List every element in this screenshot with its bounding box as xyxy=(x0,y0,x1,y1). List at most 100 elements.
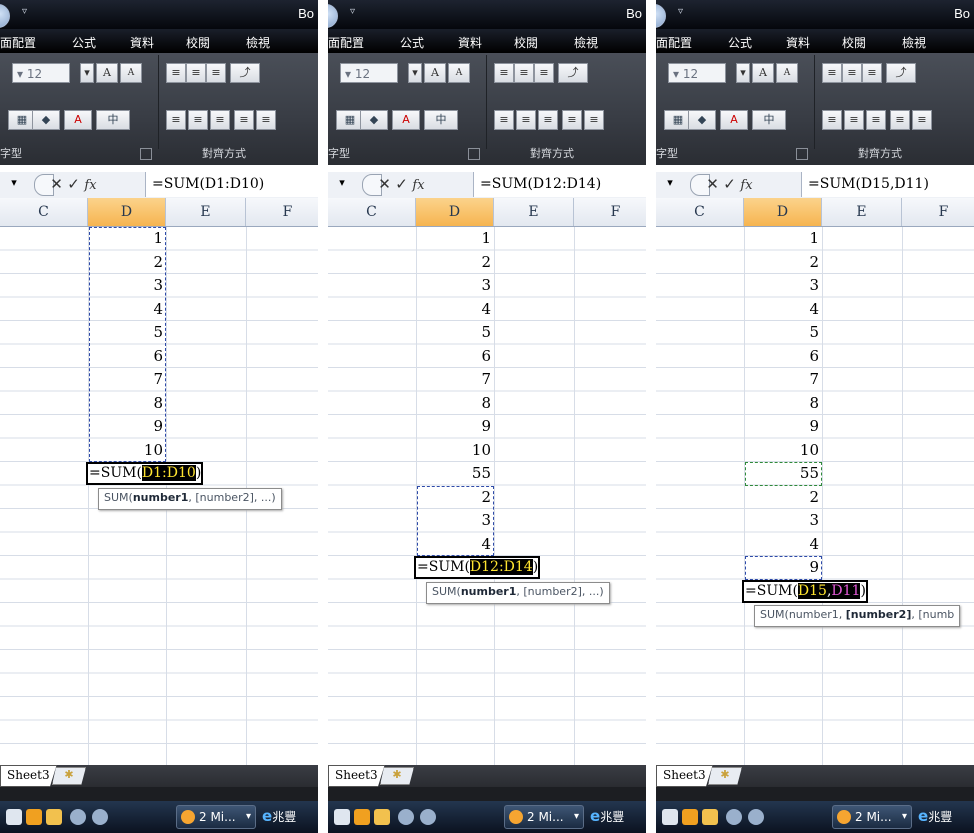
cell-d14[interactable]: 4 xyxy=(744,533,819,555)
align-right-icon[interactable]: ≡ xyxy=(210,110,230,130)
grow-font-button[interactable]: A xyxy=(96,63,118,83)
app-icon-2[interactable] xyxy=(420,809,436,825)
taskbar-ie-button[interactable]: e兆豐 xyxy=(918,807,952,825)
insert-function-icon[interactable]: fx xyxy=(82,178,99,193)
app-icon-1[interactable] xyxy=(70,809,86,825)
ribbon-tab[interactable]: 公式 xyxy=(72,34,96,51)
enter-icon[interactable]: ✓ xyxy=(393,175,410,193)
column-header-c[interactable]: C xyxy=(0,198,88,226)
cancel-icon[interactable]: ✕ xyxy=(704,175,721,193)
enter-icon[interactable]: ✓ xyxy=(65,175,82,193)
enter-icon[interactable]: ✓ xyxy=(721,175,738,193)
app-icon-2[interactable] xyxy=(92,809,108,825)
increase-indent-icon[interactable]: ≡ xyxy=(584,110,604,130)
align-left-icon[interactable]: ≡ xyxy=(822,110,842,130)
align-left-icon[interactable]: ≡ xyxy=(166,110,186,130)
orientation-icon[interactable]: ⤴ xyxy=(886,63,916,83)
formula-input[interactable]: =SUM(D15,D11) xyxy=(801,172,974,197)
quick-access-dropdown-icon[interactable]: ▿ xyxy=(350,6,355,17)
show-desktop-icon[interactable] xyxy=(334,809,350,825)
increase-indent-icon[interactable]: ≡ xyxy=(256,110,276,130)
align-middle-icon[interactable]: ≡ xyxy=(514,63,534,83)
font-color-icon[interactable]: A xyxy=(64,110,92,130)
taskbar-window-button[interactable]: 2 Mi... ▾ xyxy=(504,805,584,829)
cell-d13[interactable]: 3 xyxy=(744,509,819,531)
folder-icon[interactable] xyxy=(374,809,390,825)
cell-d8[interactable]: 8 xyxy=(744,392,819,414)
column-header-d[interactable]: D xyxy=(88,198,166,226)
increase-indent-icon[interactable]: ≡ xyxy=(912,110,932,130)
align-left-icon[interactable]: ≡ xyxy=(494,110,514,130)
taskbar-ie-button[interactable]: e兆豐 xyxy=(590,807,624,825)
ribbon-tab[interactable]: 面配置 xyxy=(328,34,364,51)
align-middle-icon[interactable]: ≡ xyxy=(186,63,206,83)
media-player-icon[interactable] xyxy=(682,809,698,825)
cell-d5[interactable]: 5 xyxy=(416,321,491,343)
column-header-f[interactable]: F xyxy=(246,198,318,226)
font-size-dropdown-icon[interactable]: ▾ xyxy=(408,63,422,83)
taskbar-window-button[interactable]: 2 Mi... ▾ xyxy=(832,805,912,829)
column-header-e[interactable]: E xyxy=(822,198,902,226)
orientation-icon[interactable]: ⤴ xyxy=(558,63,588,83)
cell-d3[interactable]: 3 xyxy=(744,274,819,296)
align-right-icon[interactable]: ≡ xyxy=(866,110,886,130)
cell-d2[interactable]: 2 xyxy=(744,251,819,273)
insert-function-icon[interactable]: fx xyxy=(738,178,755,193)
ribbon-tab[interactable]: 校閱 xyxy=(842,34,866,51)
active-cell-editor[interactable]: =SUM(D12:D14) xyxy=(414,556,541,579)
ribbon-tab[interactable]: 資料 xyxy=(130,34,154,51)
ribbon-tab[interactable]: 公式 xyxy=(728,34,752,51)
quick-access-dropdown-icon[interactable]: ▿ xyxy=(678,6,683,17)
function-tooltip[interactable]: SUM(number1, [number2], [numb xyxy=(754,605,961,627)
align-right-icon[interactable]: ≡ xyxy=(538,110,558,130)
cell-d4[interactable]: 4 xyxy=(416,298,491,320)
column-header-e[interactable]: E xyxy=(494,198,574,226)
ribbon-tab[interactable]: 校閱 xyxy=(186,34,210,51)
grow-font-button[interactable]: A xyxy=(424,63,446,83)
cell-d11[interactable]: 55 xyxy=(416,462,491,484)
sheet-tab-sheet3[interactable]: Sheet3 xyxy=(0,765,57,787)
shrink-font-button[interactable]: A xyxy=(776,63,798,83)
formula-input[interactable]: =SUM(D12:D14) xyxy=(473,172,646,197)
folder-icon[interactable] xyxy=(46,809,62,825)
sheet-tab-sheet3[interactable]: Sheet3 xyxy=(656,765,713,787)
fill-color-icon[interactable]: ◆ xyxy=(360,110,388,130)
orientation-icon[interactable]: ⤴ xyxy=(230,63,260,83)
shrink-font-button[interactable]: A xyxy=(448,63,470,83)
font-size-dropdown-icon[interactable]: ▾ xyxy=(736,63,750,83)
cancel-icon[interactable]: ✕ xyxy=(48,175,65,193)
font-color-icon[interactable]: A xyxy=(720,110,748,130)
phonetic-icon[interactable]: 中 xyxy=(96,110,130,130)
column-header-d[interactable]: D xyxy=(744,198,822,226)
ribbon-tab[interactable]: 公式 xyxy=(400,34,424,51)
show-desktop-icon[interactable] xyxy=(6,809,22,825)
ribbon-tab[interactable]: 面配置 xyxy=(656,34,692,51)
fill-color-icon[interactable]: ◆ xyxy=(688,110,716,130)
cell-d7[interactable]: 7 xyxy=(416,368,491,390)
font-size-select[interactable]: ▾ 12 xyxy=(12,63,70,83)
cell-d9[interactable]: 9 xyxy=(744,415,819,437)
column-header-c[interactable]: C xyxy=(656,198,744,226)
name-box-dropdown-icon[interactable]: ▾ xyxy=(656,176,684,189)
font-size-select[interactable]: ▾ 12 xyxy=(340,63,398,83)
office-button[interactable] xyxy=(328,4,338,28)
office-button[interactable] xyxy=(656,4,666,28)
align-bottom-icon[interactable]: ≡ xyxy=(206,63,226,83)
ribbon-tab[interactable]: 面配置 xyxy=(0,34,36,51)
ribbon-tab[interactable]: 校閱 xyxy=(514,34,538,51)
align-bottom-icon[interactable]: ≡ xyxy=(862,63,882,83)
column-header-f[interactable]: F xyxy=(902,198,974,226)
quick-access-dropdown-icon[interactable]: ▿ xyxy=(22,6,27,17)
app-icon-2[interactable] xyxy=(748,809,764,825)
cell-d10[interactable]: 10 xyxy=(416,439,491,461)
cell-d1[interactable]: 1 xyxy=(744,227,819,249)
app-icon-1[interactable] xyxy=(398,809,414,825)
sheet-tab-sheet3[interactable]: Sheet3 xyxy=(328,765,385,787)
align-top-icon[interactable]: ≡ xyxy=(494,63,514,83)
column-header-d[interactable]: D xyxy=(416,198,494,226)
cell-d9[interactable]: 9 xyxy=(416,415,491,437)
shrink-font-button[interactable]: A xyxy=(120,63,142,83)
name-box-dropdown-icon[interactable]: ▾ xyxy=(328,176,356,189)
office-button[interactable] xyxy=(0,4,10,28)
cell-d4[interactable]: 4 xyxy=(744,298,819,320)
